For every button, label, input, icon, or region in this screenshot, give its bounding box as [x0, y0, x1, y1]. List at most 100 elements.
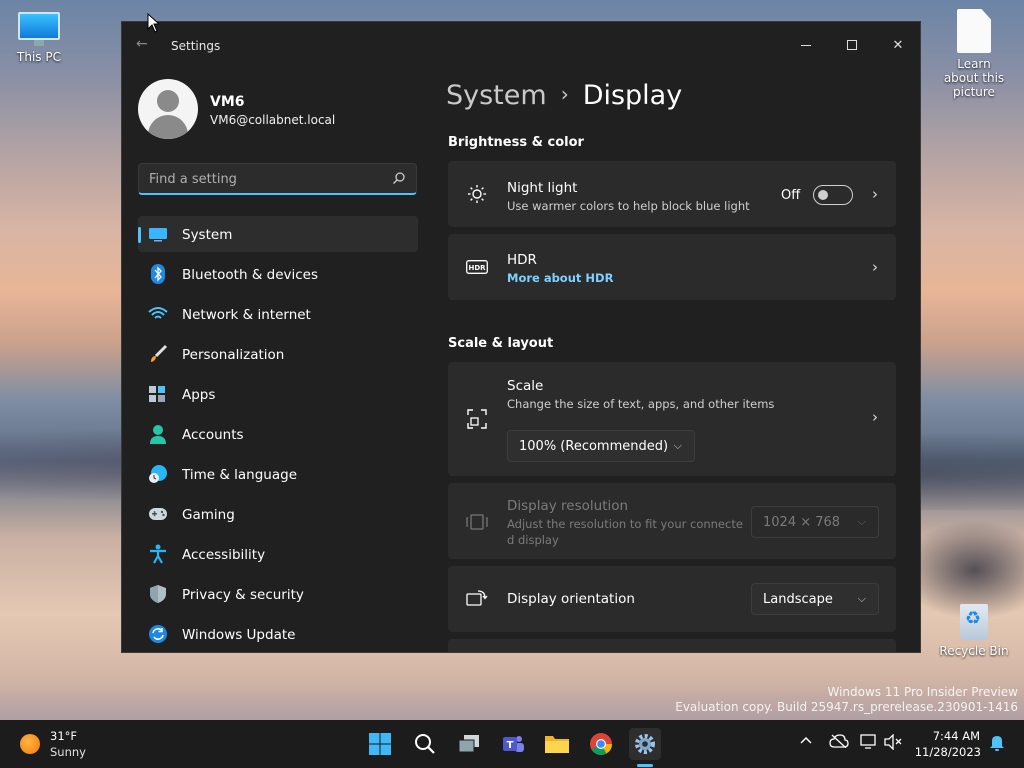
breadcrumb-system-link[interactable]: System — [446, 80, 547, 111]
sidebar-item-time-language[interactable]: Time & language — [138, 456, 418, 492]
recycle-bin-icon: ♻ — [956, 598, 992, 640]
scale-card: Scale Change the size of text, apps, and… — [448, 362, 896, 476]
brightness-icon — [466, 183, 488, 205]
back-arrow-icon[interactable]: ← — [136, 36, 148, 52]
clock-time[interactable]: 7:44 AM — [930, 729, 980, 743]
watermark-line: Evaluation copy. Build 25947.rs_prerelea… — [675, 700, 1018, 714]
start-button[interactable] — [364, 728, 396, 760]
resolution-value: 1024 × 768 — [763, 515, 841, 530]
task-view-icon — [458, 735, 479, 753]
show-hidden-icons-chevron-up-icon[interactable] — [799, 734, 813, 749]
maximize-button[interactable] — [829, 30, 875, 60]
sidebar-item-privacy-security[interactable]: Privacy & security — [138, 576, 418, 612]
search-taskbar-button[interactable] — [409, 728, 441, 760]
weather-description[interactable]: Sunny — [50, 745, 86, 759]
accounts-icon — [148, 425, 168, 444]
search-input[interactable] — [149, 170, 379, 188]
hdr-title: HDR — [507, 252, 537, 268]
taskbar: 31°F Sunny T 7:44 AM 11/28/2023 — [0, 720, 1024, 768]
search-icon — [415, 734, 435, 754]
user-icon — [157, 90, 179, 112]
folder-icon — [545, 736, 569, 753]
resolution-icon — [466, 511, 488, 533]
sidebar-item-bluetooth[interactable]: Bluetooth & devices — [138, 256, 418, 292]
clock-date[interactable]: 11/28/2023 — [907, 745, 981, 759]
weather-temperature[interactable]: 31°F — [50, 729, 77, 743]
sidebar-item-network[interactable]: Network & internet — [138, 296, 418, 332]
cloud-offline-icon[interactable] — [829, 734, 849, 752]
resolution-dropdown: 1024 × 768 ⌵ — [751, 506, 879, 538]
bluetooth-icon — [148, 264, 168, 284]
close-button[interactable]: ✕ — [875, 30, 920, 60]
desktop-icon-this-pc[interactable]: This PC — [4, 12, 74, 64]
orientation-card: Display orientation Landscape ⌵ — [448, 566, 896, 632]
task-view-button[interactable] — [453, 728, 485, 760]
resolution-title: Display resolution — [507, 498, 629, 514]
sidebar-item-apps[interactable]: Apps — [138, 376, 418, 412]
sidebar-item-label: System — [182, 227, 233, 243]
minimize-button[interactable] — [783, 30, 829, 60]
teams-icon: T — [503, 736, 524, 752]
sidebar-item-gaming[interactable]: Gaming — [138, 496, 418, 532]
chevron-right-icon[interactable]: › — [872, 408, 878, 426]
title-bar[interactable]: ← Settings ✕ — [122, 22, 920, 62]
mouse-cursor-icon — [147, 13, 159, 33]
sidebar-item-label: Network & internet — [182, 307, 311, 323]
orientation-icon — [466, 588, 488, 610]
user-email: VM6@collabnet.local — [210, 113, 336, 127]
sidebar-item-label: Accessibility — [182, 547, 266, 563]
chrome-icon — [590, 733, 612, 755]
sidebar-item-label: Windows Update — [182, 627, 296, 643]
hdr-learn-more-link[interactable]: More about HDR — [507, 271, 613, 285]
sidebar-item-windows-update[interactable]: Windows Update — [138, 616, 418, 652]
scale-dropdown[interactable]: 100% (Recommended) ⌵ — [507, 430, 695, 462]
sidebar-item-label: Personalization — [182, 347, 285, 363]
section-title-brightness: Brightness & color — [448, 135, 584, 150]
weather-sun-icon[interactable] — [20, 734, 40, 754]
file-explorer-button[interactable] — [541, 728, 573, 760]
monitor-icon — [18, 12, 60, 46]
hdr-card[interactable]: HDR HDR More about HDR › — [448, 234, 896, 300]
user-name: VM6 — [210, 94, 245, 110]
chrome-button[interactable] — [585, 728, 617, 760]
settings-taskbar-button[interactable] — [629, 728, 661, 760]
scale-title: Scale — [507, 378, 544, 394]
gear-icon — [635, 734, 655, 754]
orientation-dropdown[interactable]: Landscape ⌵ — [751, 583, 879, 615]
sidebar-item-label: Apps — [182, 387, 216, 403]
search-icon[interactable] — [392, 171, 406, 185]
sidebar-item-label: Bluetooth & devices — [182, 267, 319, 283]
chevron-right-icon: › — [560, 81, 569, 106]
chevron-right-icon[interactable]: › — [872, 258, 878, 276]
sidebar-item-accounts[interactable]: Accounts — [138, 416, 418, 452]
chevron-down-icon: ⌵ — [857, 592, 866, 605]
night-light-toggle[interactable] — [813, 185, 853, 205]
chevron-right-icon[interactable]: › — [872, 185, 878, 203]
teams-button[interactable]: T — [497, 728, 529, 760]
notification-bell-icon[interactable] — [989, 734, 1005, 756]
sidebar-item-personalization[interactable]: Personalization — [138, 336, 418, 372]
desktop-icon-learn-picture[interactable]: Learn about this picture — [939, 9, 1009, 99]
sidebar-item-accessibility[interactable]: Accessibility — [138, 536, 418, 572]
chevron-down-icon: ⌵ — [857, 515, 866, 528]
next-setting-card[interactable] — [448, 639, 896, 652]
shield-icon — [148, 585, 168, 603]
sidebar-item-system[interactable]: System — [138, 216, 418, 252]
resolution-subtitle: d display — [507, 533, 559, 547]
night-light-card[interactable]: Night light Use warmer colors to help bl… — [448, 161, 896, 227]
close-icon: ✕ — [892, 37, 904, 53]
volume-muted-icon[interactable] — [884, 733, 902, 754]
system-icon — [148, 225, 168, 243]
chevron-down-icon: ⌵ — [673, 439, 682, 452]
avatar[interactable] — [138, 79, 198, 139]
search-box[interactable] — [138, 163, 417, 195]
orientation-title: Display orientation — [507, 591, 635, 607]
settings-window: ← Settings ✕ VM6 VM6@collabnet.local Sys… — [121, 21, 921, 653]
desktop-icon-recycle-bin[interactable]: ♻ Recycle Bin — [939, 598, 1009, 658]
sidebar-item-label: Gaming — [182, 507, 235, 523]
network-icon[interactable] — [860, 734, 878, 754]
apps-icon — [148, 385, 168, 403]
desktop-icon-label: This PC — [17, 50, 61, 64]
accessibility-icon — [148, 544, 168, 564]
night-light-title: Night light — [507, 180, 578, 196]
